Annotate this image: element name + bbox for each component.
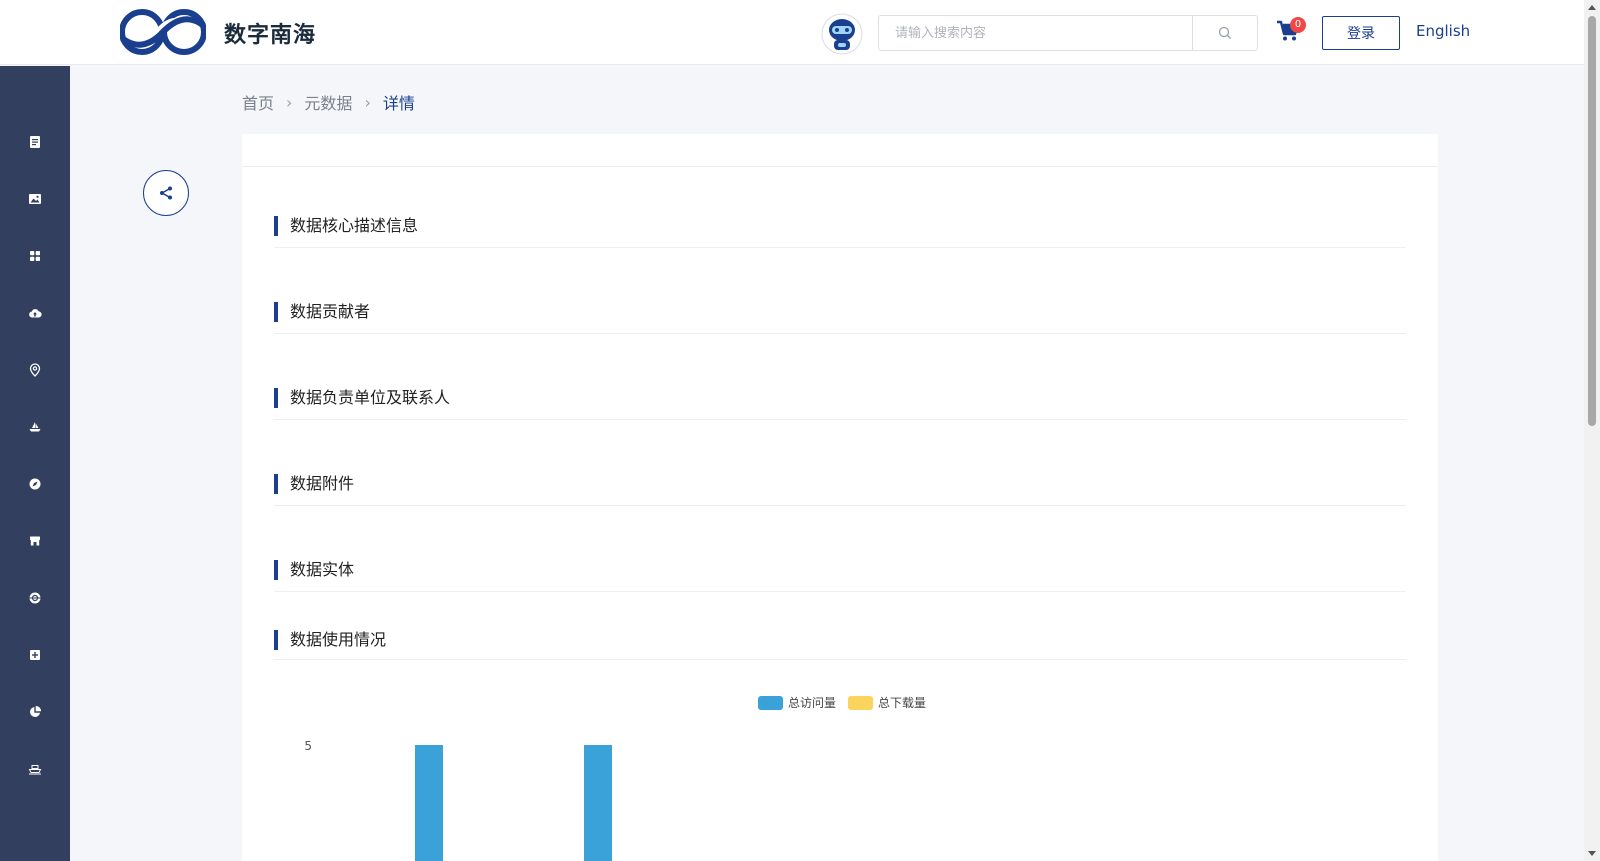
- y-tick-label: 5: [304, 739, 312, 753]
- breadcrumb-home[interactable]: 首页: [242, 90, 274, 114]
- bar-visits-2[interactable]: [584, 745, 612, 861]
- sidebar-item-ship[interactable]: [17, 751, 53, 787]
- globe-icon: [29, 592, 41, 604]
- login-button[interactable]: 登录: [1322, 16, 1400, 50]
- ship-icon: [28, 765, 42, 775]
- section-title: 数据负责单位及联系人: [274, 388, 450, 408]
- sidebar-item-store[interactable]: [17, 523, 53, 559]
- section-title: 数据使用情况: [274, 630, 386, 650]
- section-title: 数据实体: [274, 560, 354, 580]
- pie-chart-icon: [30, 705, 42, 717]
- sidebar-item-document[interactable]: [17, 124, 53, 160]
- boat-icon: [29, 422, 41, 432]
- robot-assistant-icon[interactable]: [820, 12, 864, 56]
- usage-chart: 总访问量 总下载量 5: [282, 694, 1402, 861]
- top-header: 数字南海 0 登录 English: [0, 0, 1584, 65]
- sidebar-item-image[interactable]: [17, 181, 53, 217]
- section-contributors[interactable]: 数据贡献者: [274, 292, 1406, 334]
- scroll-down-icon[interactable]: [1588, 851, 1596, 856]
- left-sidebar: [0, 66, 70, 861]
- sidebar-item-location[interactable]: [17, 352, 53, 388]
- cart-count-badge: 0: [1290, 17, 1306, 33]
- search-button[interactable]: [1192, 16, 1257, 50]
- section-title: 数据贡献者: [274, 302, 370, 322]
- section-usage[interactable]: 数据使用情况: [274, 620, 1406, 660]
- breadcrumb-current: 详情: [382, 94, 415, 113]
- card-header: [242, 134, 1438, 167]
- document-icon: [30, 136, 40, 148]
- logo-icon[interactable]: [120, 8, 206, 56]
- scroll-thumb[interactable]: [1588, 16, 1596, 426]
- share-button[interactable]: [143, 170, 189, 216]
- bar-visits-1[interactable]: [415, 745, 443, 861]
- sidebar-item-globe[interactable]: [17, 580, 53, 616]
- breadcrumb: 首页 › 元数据 › 详情: [242, 90, 415, 114]
- search-icon: [1218, 26, 1231, 39]
- image-icon: [29, 194, 41, 204]
- section-attachments[interactable]: 数据附件: [274, 464, 1406, 506]
- sidebar-item-pie-chart[interactable]: [17, 694, 53, 730]
- language-switch[interactable]: English: [1416, 22, 1470, 40]
- share-icon: [160, 186, 172, 200]
- grid-icon: [30, 251, 40, 261]
- sidebar-item-compass[interactable]: [17, 466, 53, 502]
- search-input[interactable]: [879, 16, 1192, 50]
- breadcrumb-metadata[interactable]: 元数据: [304, 90, 352, 114]
- cart-button[interactable]: 0: [1276, 17, 1306, 46]
- scroll-up-icon[interactable]: [1588, 5, 1596, 10]
- brand-title: 数字南海: [224, 23, 317, 48]
- detail-card: 数据核心描述信息 数据贡献者 数据负责单位及联系人 数据附件 数据实体 数据使用…: [242, 134, 1438, 861]
- chevron-right-icon: ›: [286, 92, 293, 112]
- section-core-info[interactable]: 数据核心描述信息: [274, 206, 1406, 248]
- chart-plot: 5: [304, 739, 612, 861]
- store-icon: [30, 536, 40, 546]
- sidebar-item-add-box[interactable]: [17, 637, 53, 673]
- compass-icon: [29, 478, 41, 490]
- section-responsible-unit[interactable]: 数据负责单位及联系人: [274, 378, 1406, 420]
- section-title: 数据附件: [274, 474, 354, 494]
- sidebar-item-grid[interactable]: [17, 238, 53, 274]
- section-title: 数据核心描述信息: [274, 216, 418, 236]
- add-box-icon: [30, 650, 40, 660]
- section-entities[interactable]: 数据实体: [274, 550, 1406, 592]
- sidebar-item-cloud-upload[interactable]: [17, 295, 53, 331]
- sidebar-item-boat[interactable]: [17, 409, 53, 445]
- chevron-right-icon: ›: [364, 92, 371, 112]
- location-icon: [29, 363, 41, 377]
- page-scrollbar[interactable]: [1584, 0, 1600, 861]
- search-box: [878, 15, 1258, 51]
- cloud-upload-icon: [29, 309, 42, 318]
